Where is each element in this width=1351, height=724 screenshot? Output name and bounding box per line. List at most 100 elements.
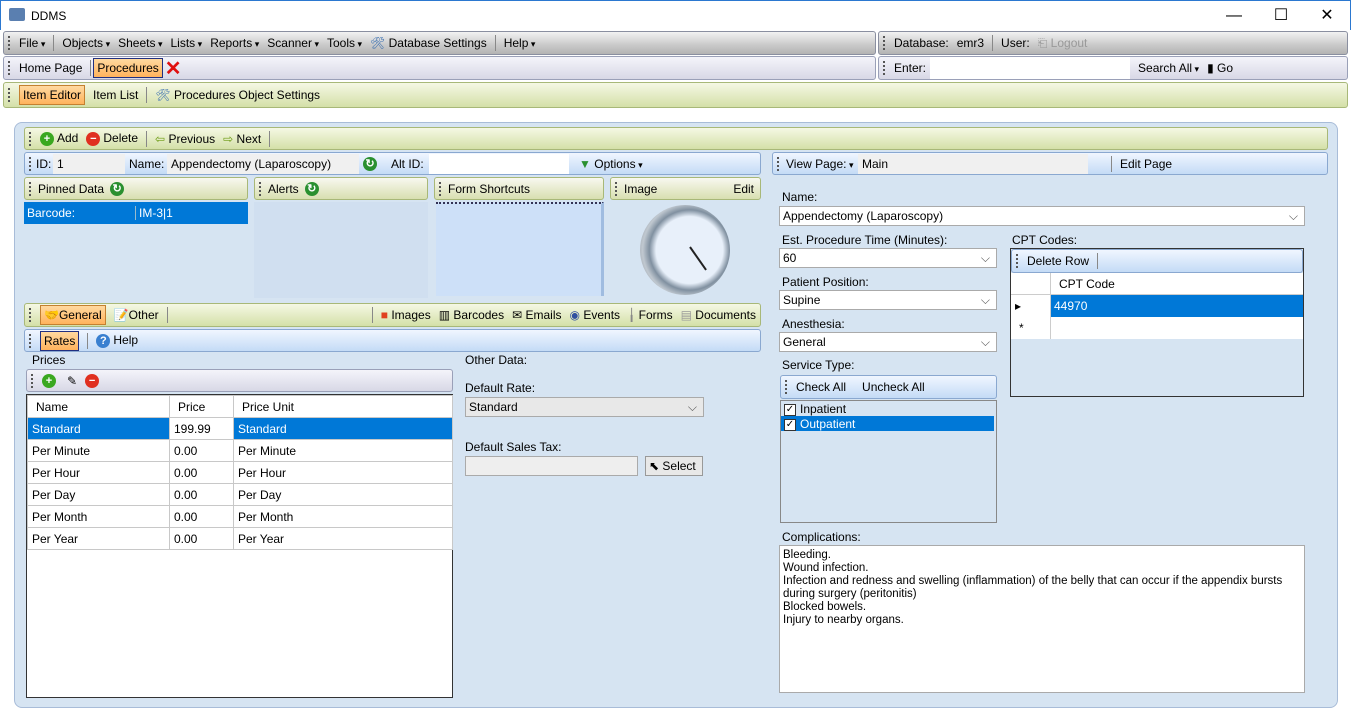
add-price-icon[interactable]: + bbox=[42, 373, 56, 388]
object-settings-button[interactable]: 🛠 Procedures Object Settings bbox=[155, 88, 320, 102]
menu-database-settings[interactable]: 🛠 Database Settings bbox=[370, 36, 487, 50]
price-cell[interactable]: Per Year bbox=[233, 527, 453, 550]
price-cell[interactable]: 0.00 bbox=[169, 461, 234, 484]
price-cell[interactable]: Per Minute bbox=[233, 439, 453, 462]
search-scope-dropdown[interactable]: Search All bbox=[1138, 61, 1199, 75]
price-row[interactable]: Per Day 0.00 Per Day bbox=[27, 483, 453, 506]
name-field[interactable]: Appendectomy (Laparoscopy) bbox=[167, 154, 359, 174]
tab-help[interactable]: ? Help bbox=[96, 333, 138, 348]
name-select[interactable]: Appendectomy (Laparoscopy) bbox=[779, 206, 1305, 226]
logout-button[interactable]: ⎗ Logout bbox=[1038, 36, 1088, 51]
uncheck-all-button[interactable]: Uncheck All bbox=[862, 380, 925, 394]
minimize-button[interactable]: — bbox=[1211, 1, 1257, 31]
enter-label: Enter: bbox=[894, 61, 927, 75]
edit-price-icon[interactable]: ✎ bbox=[67, 374, 77, 388]
price-cell[interactable]: Standard bbox=[27, 417, 170, 440]
tab-forms[interactable]: ╽ Forms bbox=[628, 308, 673, 322]
service-inpatient[interactable]: ✓ Inpatient bbox=[781, 401, 996, 416]
tab-general[interactable]: 🤝General bbox=[40, 305, 106, 325]
price-row[interactable]: Per Hour 0.00 Per Hour bbox=[27, 461, 453, 484]
alt-id-field[interactable] bbox=[429, 154, 569, 174]
price-cell[interactable]: 0.00 bbox=[169, 505, 234, 528]
view-page-dropdown[interactable]: View Page: bbox=[786, 157, 854, 171]
price-row[interactable]: Per Month 0.00 Per Month bbox=[27, 505, 453, 528]
options-dropdown[interactable]: ▼ Options bbox=[579, 157, 643, 171]
price-cell[interactable]: Per Minute bbox=[27, 439, 170, 462]
delete-price-icon[interactable]: − bbox=[85, 373, 100, 388]
id-field[interactable]: 1 bbox=[53, 154, 125, 174]
price-cell[interactable]: 0.00 bbox=[169, 439, 234, 462]
price-cell[interactable]: Per Day bbox=[27, 483, 170, 506]
anesthesia-select[interactable]: General bbox=[779, 332, 997, 352]
menu-tools[interactable]: Tools bbox=[327, 36, 362, 50]
tab-events[interactable]: ◉ Events bbox=[570, 308, 621, 322]
menu-reports[interactable]: Reports bbox=[210, 36, 259, 50]
go-button[interactable]: ▮ Go bbox=[1207, 61, 1233, 75]
tab-other[interactable]: 📝Other bbox=[114, 308, 159, 322]
column-header[interactable]: Price bbox=[169, 395, 234, 418]
position-select[interactable]: Supine bbox=[779, 290, 997, 310]
maximize-button[interactable]: ☐ bbox=[1258, 1, 1304, 31]
menu-scanner[interactable]: Scanner bbox=[267, 36, 319, 50]
price-row[interactable]: Per Year 0.00 Per Year bbox=[27, 527, 453, 550]
price-cell[interactable]: Per Month bbox=[27, 505, 170, 528]
search-input[interactable] bbox=[930, 57, 1131, 79]
tab-procedures[interactable]: Procedures bbox=[93, 58, 163, 78]
checkbox[interactable]: ✓ bbox=[784, 418, 796, 431]
price-cell[interactable]: Per Year bbox=[27, 527, 170, 550]
sales-tax-label: Default Sales Tax: bbox=[465, 440, 562, 454]
item-editor-tab[interactable]: Item Editor bbox=[19, 85, 86, 105]
complications-textarea[interactable]: Bleeding. Wound infection. Infection and r… bbox=[779, 545, 1305, 693]
tab-images[interactable]: ■ Images bbox=[381, 308, 431, 322]
price-cell[interactable]: Per Hour bbox=[27, 461, 170, 484]
menu-objects[interactable]: Objects bbox=[62, 36, 110, 50]
previous-button[interactable]: ⇦ Previous bbox=[155, 132, 215, 146]
close-tab-icon[interactable]: ✕ bbox=[165, 56, 182, 81]
price-cell[interactable]: Per Month bbox=[233, 505, 453, 528]
form-shortcuts-title: Form Shortcuts bbox=[448, 181, 531, 196]
check-all-button[interactable]: Check All bbox=[796, 380, 846, 394]
price-cell[interactable]: 0.00 bbox=[169, 483, 234, 506]
next-button[interactable]: ⇨ Next bbox=[223, 132, 261, 146]
sales-tax-field[interactable] bbox=[465, 456, 638, 476]
column-header[interactable]: Name bbox=[27, 395, 170, 418]
pinned-row[interactable]: Barcode: IM-3|1 bbox=[24, 202, 248, 224]
price-cell[interactable]: 199.99 bbox=[169, 417, 234, 440]
price-cell[interactable]: Per Hour bbox=[233, 461, 453, 484]
price-cell[interactable]: 0.00 bbox=[169, 527, 234, 550]
price-row[interactable]: Per Minute 0.00 Per Minute bbox=[27, 439, 453, 462]
menu-lists[interactable]: Lists bbox=[170, 36, 202, 50]
column-header[interactable]: CPT Code bbox=[1051, 273, 1123, 294]
refresh-icon[interactable]: ↻ bbox=[304, 181, 319, 196]
default-rate-select[interactable]: Standard bbox=[465, 397, 704, 417]
delete-row-button[interactable]: Delete Row bbox=[1027, 254, 1089, 268]
menu-help[interactable]: Help bbox=[504, 36, 536, 50]
refresh-icon[interactable]: ↻ bbox=[363, 157, 377, 171]
alerts-title: Alerts bbox=[268, 181, 299, 196]
menu-sheets[interactable]: Sheets bbox=[118, 36, 162, 50]
close-button[interactable]: ✕ bbox=[1304, 1, 1350, 31]
price-row[interactable]: Standard 199.99 Standard bbox=[27, 417, 453, 440]
checkbox[interactable]: ✓ bbox=[784, 403, 796, 416]
refresh-icon[interactable]: ↻ bbox=[110, 181, 125, 196]
column-header[interactable]: Price Unit bbox=[233, 395, 453, 418]
item-list-tab[interactable]: Item List bbox=[93, 88, 138, 102]
price-cell[interactable]: Per Day bbox=[233, 483, 453, 506]
delete-button[interactable]: − Delete bbox=[86, 131, 138, 146]
edit-page-button[interactable]: Edit Page bbox=[1120, 157, 1172, 171]
cpt-new-row[interactable]: * bbox=[1011, 317, 1303, 339]
select-button[interactable]: ⬉ Select bbox=[645, 456, 703, 476]
cpt-row[interactable]: ▸ 44970 bbox=[1011, 295, 1303, 317]
service-outpatient[interactable]: ✓ Outpatient bbox=[781, 416, 994, 431]
tab-emails[interactable]: ✉ Emails bbox=[512, 308, 561, 322]
tab-strip: Home Page Procedures ✕ bbox=[3, 56, 876, 80]
tab-home-page[interactable]: Home Page bbox=[19, 61, 82, 75]
menu-file[interactable]: File bbox=[19, 36, 45, 50]
tab-barcodes[interactable]: ▥ Barcodes bbox=[439, 308, 504, 322]
price-cell[interactable]: Standard bbox=[233, 417, 453, 440]
tab-documents[interactable]: ▤ Documents bbox=[681, 308, 756, 322]
add-button[interactable]: + Add bbox=[40, 131, 78, 146]
image-edit-button[interactable]: Edit bbox=[733, 182, 754, 196]
tab-rates[interactable]: Rates bbox=[40, 330, 80, 351]
time-select[interactable]: 60 bbox=[779, 248, 997, 268]
